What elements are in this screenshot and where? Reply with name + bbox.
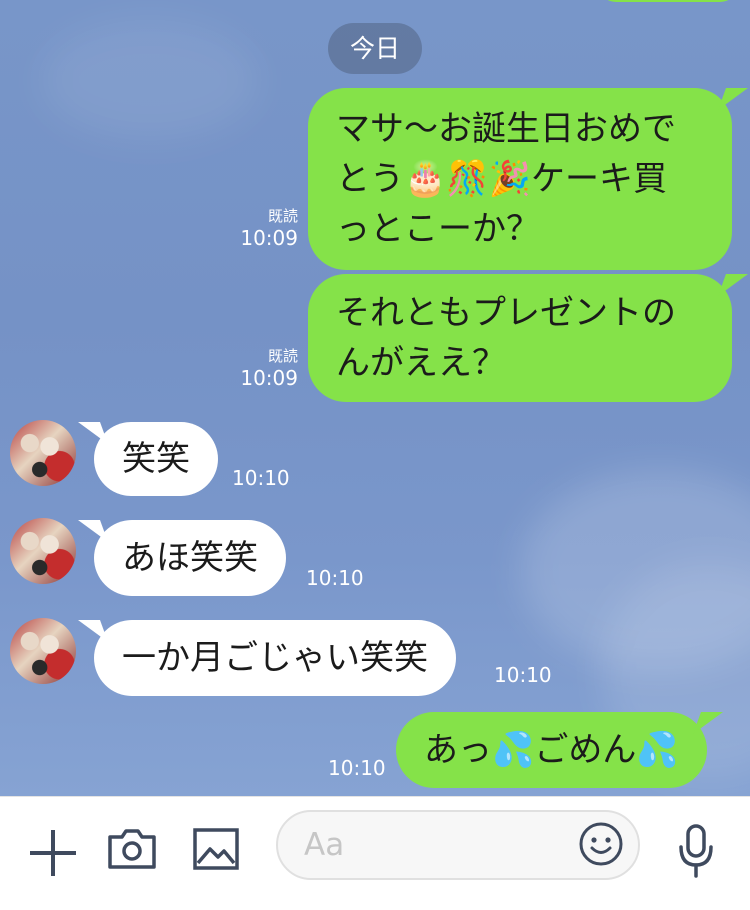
message-line: それともプレゼントの <box>336 293 676 333</box>
incoming-message-bubble[interactable]: 一か月ごじゃい笑笑 <box>94 620 456 696</box>
plus-icon[interactable] <box>28 828 78 878</box>
message-line: マサ〜お誕生日おめで <box>336 109 676 149</box>
message-time: 10:09 <box>240 226 298 250</box>
previous-message-edge <box>598 0 738 2</box>
read-receipt: 既読 <box>267 207 298 225</box>
message-meta: 既読 10:09 <box>234 346 298 390</box>
contact-avatar[interactable] <box>10 518 76 584</box>
message-line: んがええ？ <box>336 343 506 383</box>
microphone-icon[interactable] <box>676 823 716 879</box>
image-icon[interactable] <box>192 827 240 871</box>
date-divider: 今日 <box>328 23 422 74</box>
message-input[interactable]: Aa <box>276 810 640 880</box>
message-input-placeholder: Aa <box>304 827 345 863</box>
message-time: 10:10 <box>232 466 290 490</box>
contact-avatar[interactable] <box>10 420 76 486</box>
message-line: とう🎂🎊🎉ケーキ買 <box>336 159 668 199</box>
read-receipt: 既読 <box>267 347 298 365</box>
background-cloud <box>40 20 260 140</box>
incoming-message-bubble[interactable]: あほ笑笑 <box>94 520 286 596</box>
outgoing-message-bubble[interactable]: マサ〜お誕生日おめで とう🎂🎊🎉ケーキ買 っとこーか？ <box>308 88 732 270</box>
outgoing-message-bubble[interactable]: それともプレゼントの んがええ？ <box>308 274 732 402</box>
message-input-bar: Aa <box>0 796 750 910</box>
message-time: 10:10 <box>328 756 386 780</box>
message-time: 10:10 <box>494 663 552 687</box>
message-line: っとこーか？ <box>336 209 540 249</box>
incoming-message-bubble[interactable]: 笑笑 <box>94 422 218 496</box>
message-time: 10:10 <box>306 566 364 590</box>
camera-icon[interactable] <box>106 827 158 871</box>
contact-avatar[interactable] <box>10 618 76 684</box>
smile-icon[interactable] <box>578 821 624 867</box>
chat-area: 今日 既読 10:09 マサ〜お誕生日おめで とう🎂🎊🎉ケーキ買 っとこーか？ … <box>0 0 750 796</box>
message-time: 10:09 <box>240 366 298 390</box>
message-meta: 既読 10:09 <box>234 206 298 250</box>
outgoing-message-bubble[interactable]: あっ💦ごめん💦 <box>396 712 707 788</box>
